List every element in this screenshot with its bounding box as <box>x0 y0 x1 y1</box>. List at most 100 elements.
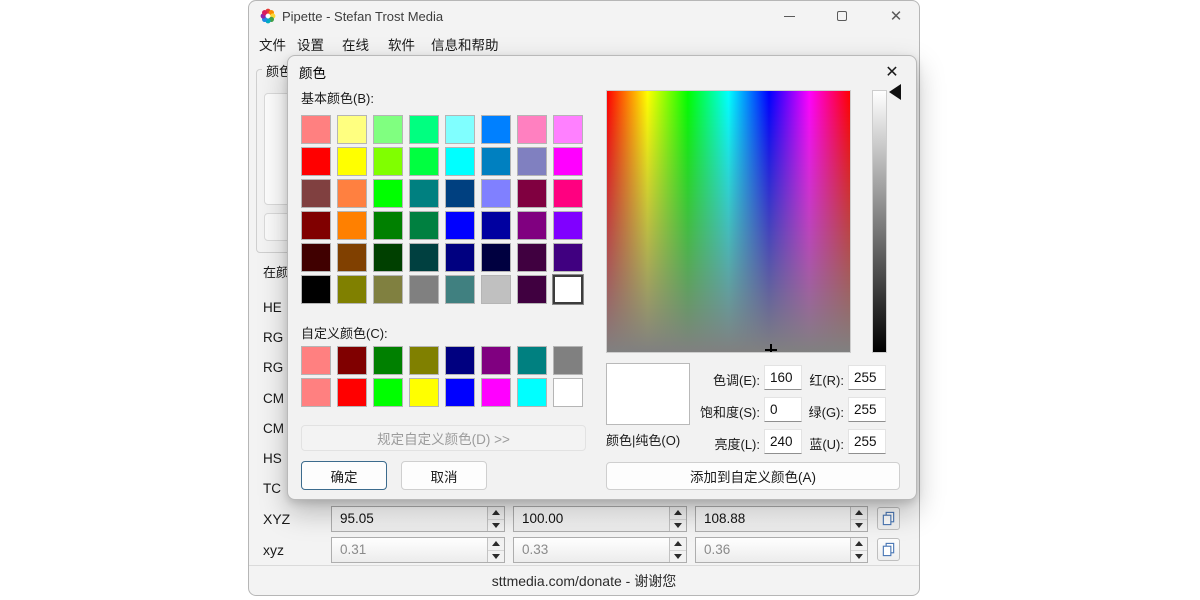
basic-color-swatch[interactable] <box>337 243 367 272</box>
xyz-z-spinner[interactable] <box>850 507 867 531</box>
xyz-norm-x-field[interactable]: 0.31 <box>331 537 505 563</box>
basic-color-swatch[interactable] <box>445 179 475 208</box>
basic-color-swatch[interactable] <box>301 243 331 272</box>
basic-color-swatch[interactable] <box>373 179 403 208</box>
basic-color-swatch[interactable] <box>337 211 367 240</box>
basic-color-swatch[interactable] <box>301 179 331 208</box>
basic-color-swatch[interactable] <box>409 211 439 240</box>
menu-software[interactable]: 软件 <box>388 34 415 54</box>
basic-color-swatch[interactable] <box>553 211 583 240</box>
add-to-custom-colors-button[interactable]: 添加到自定义颜色(A) <box>606 462 900 490</box>
basic-color-swatch[interactable] <box>445 115 475 144</box>
xyz-norm-z-spinner[interactable] <box>850 538 867 562</box>
luminance-arrow-handle[interactable] <box>889 84 901 100</box>
basic-color-swatch[interactable] <box>409 275 439 304</box>
basic-color-swatch[interactable] <box>481 243 511 272</box>
xyz-y-spinner[interactable] <box>669 507 686 531</box>
basic-color-swatch[interactable] <box>481 275 511 304</box>
basic-color-swatch[interactable] <box>553 147 583 176</box>
green-field[interactable]: 255 <box>848 397 886 422</box>
basic-color-swatch[interactable] <box>553 275 583 304</box>
basic-color-swatch[interactable] <box>337 275 367 304</box>
xyz-norm-copy-button[interactable] <box>877 538 900 561</box>
custom-color-swatch[interactable] <box>445 346 475 375</box>
custom-color-swatch[interactable] <box>481 346 511 375</box>
basic-color-swatch[interactable] <box>445 147 475 176</box>
spin-down-icon <box>855 523 863 528</box>
custom-color-swatch[interactable] <box>337 346 367 375</box>
basic-color-swatch[interactable] <box>445 211 475 240</box>
basic-color-swatch[interactable] <box>481 147 511 176</box>
xyz-x-spinner[interactable] <box>487 507 504 531</box>
basic-color-swatch[interactable] <box>301 275 331 304</box>
basic-color-swatch[interactable] <box>409 115 439 144</box>
basic-color-swatch[interactable] <box>553 115 583 144</box>
basic-color-swatch[interactable] <box>373 275 403 304</box>
basic-color-swatch[interactable] <box>553 243 583 272</box>
red-field[interactable]: 255 <box>848 365 886 390</box>
basic-color-swatch[interactable] <box>337 179 367 208</box>
basic-color-swatch[interactable] <box>373 211 403 240</box>
custom-color-swatch[interactable] <box>409 378 439 407</box>
basic-color-swatch[interactable] <box>553 179 583 208</box>
basic-color-swatch[interactable] <box>517 147 547 176</box>
basic-color-swatch[interactable] <box>445 275 475 304</box>
xyz-norm-x-spinner[interactable] <box>487 538 504 562</box>
basic-color-swatch[interactable] <box>445 243 475 272</box>
basic-color-swatch[interactable] <box>301 115 331 144</box>
hue-saturation-field[interactable] <box>606 90 851 353</box>
basic-color-swatch[interactable] <box>481 115 511 144</box>
xyz-z-field[interactable]: 108.88 <box>695 506 868 532</box>
basic-color-swatch[interactable] <box>373 243 403 272</box>
dialog-close-button[interactable]: ✕ <box>873 58 911 86</box>
custom-color-swatch[interactable] <box>553 346 583 375</box>
basic-color-swatch[interactable] <box>409 147 439 176</box>
basic-color-swatch[interactable] <box>301 211 331 240</box>
custom-color-swatch[interactable] <box>445 378 475 407</box>
blue-field[interactable]: 255 <box>848 429 886 454</box>
maximize-button[interactable] <box>824 2 860 30</box>
custom-color-swatch[interactable] <box>481 378 511 407</box>
xyz-norm-y-spinner[interactable] <box>669 538 686 562</box>
custom-color-swatch[interactable] <box>409 346 439 375</box>
custom-color-swatch[interactable] <box>373 378 403 407</box>
ok-button[interactable]: 确定 <box>301 461 387 490</box>
luminance-slider[interactable] <box>872 90 887 353</box>
custom-color-swatch[interactable] <box>373 346 403 375</box>
basic-color-swatch[interactable] <box>337 115 367 144</box>
menu-settings[interactable]: 设置 <box>297 34 324 54</box>
basic-color-swatch[interactable] <box>517 115 547 144</box>
xyz-y-field[interactable]: 100.00 <box>513 506 687 532</box>
basic-color-swatch[interactable] <box>337 147 367 176</box>
custom-color-swatch[interactable] <box>301 346 331 375</box>
menu-online[interactable]: 在线 <box>342 34 369 54</box>
basic-color-swatch[interactable] <box>373 115 403 144</box>
define-custom-colors-button[interactable]: 规定自定义颜色(D) >> <box>301 425 586 451</box>
menu-file[interactable]: 文件 <box>259 34 286 54</box>
basic-color-swatch[interactable] <box>517 211 547 240</box>
basic-color-swatch[interactable] <box>517 179 547 208</box>
xyz-norm-z-field[interactable]: 0.36 <box>695 537 868 563</box>
basic-color-swatch[interactable] <box>409 179 439 208</box>
basic-color-swatch[interactable] <box>409 243 439 272</box>
basic-color-swatch[interactable] <box>301 147 331 176</box>
close-button[interactable]: ✕ <box>878 2 914 30</box>
custom-color-swatch[interactable] <box>337 378 367 407</box>
basic-color-swatch[interactable] <box>373 147 403 176</box>
basic-color-swatch[interactable] <box>481 179 511 208</box>
custom-color-swatch[interactable] <box>553 378 583 407</box>
xyz-x-field[interactable]: 95.05 <box>331 506 505 532</box>
custom-color-swatch[interactable] <box>301 378 331 407</box>
minimize-button[interactable] <box>771 2 807 30</box>
basic-color-swatch[interactable] <box>517 243 547 272</box>
menu-info-help[interactable]: 信息和帮助 <box>431 34 499 54</box>
custom-color-swatch[interactable] <box>517 378 547 407</box>
basic-color-swatch[interactable] <box>481 211 511 240</box>
basic-color-swatch[interactable] <box>517 275 547 304</box>
custom-color-swatch[interactable] <box>517 346 547 375</box>
cancel-button[interactable]: 取消 <box>401 461 487 490</box>
xyz-copy-button[interactable] <box>877 507 900 530</box>
xyz-norm-y-field[interactable]: 0.33 <box>513 537 687 563</box>
xyz-y-value: 100.00 <box>522 511 563 526</box>
titlebar[interactable]: Pipette - Stefan Trost Media ✕ <box>249 1 919 31</box>
